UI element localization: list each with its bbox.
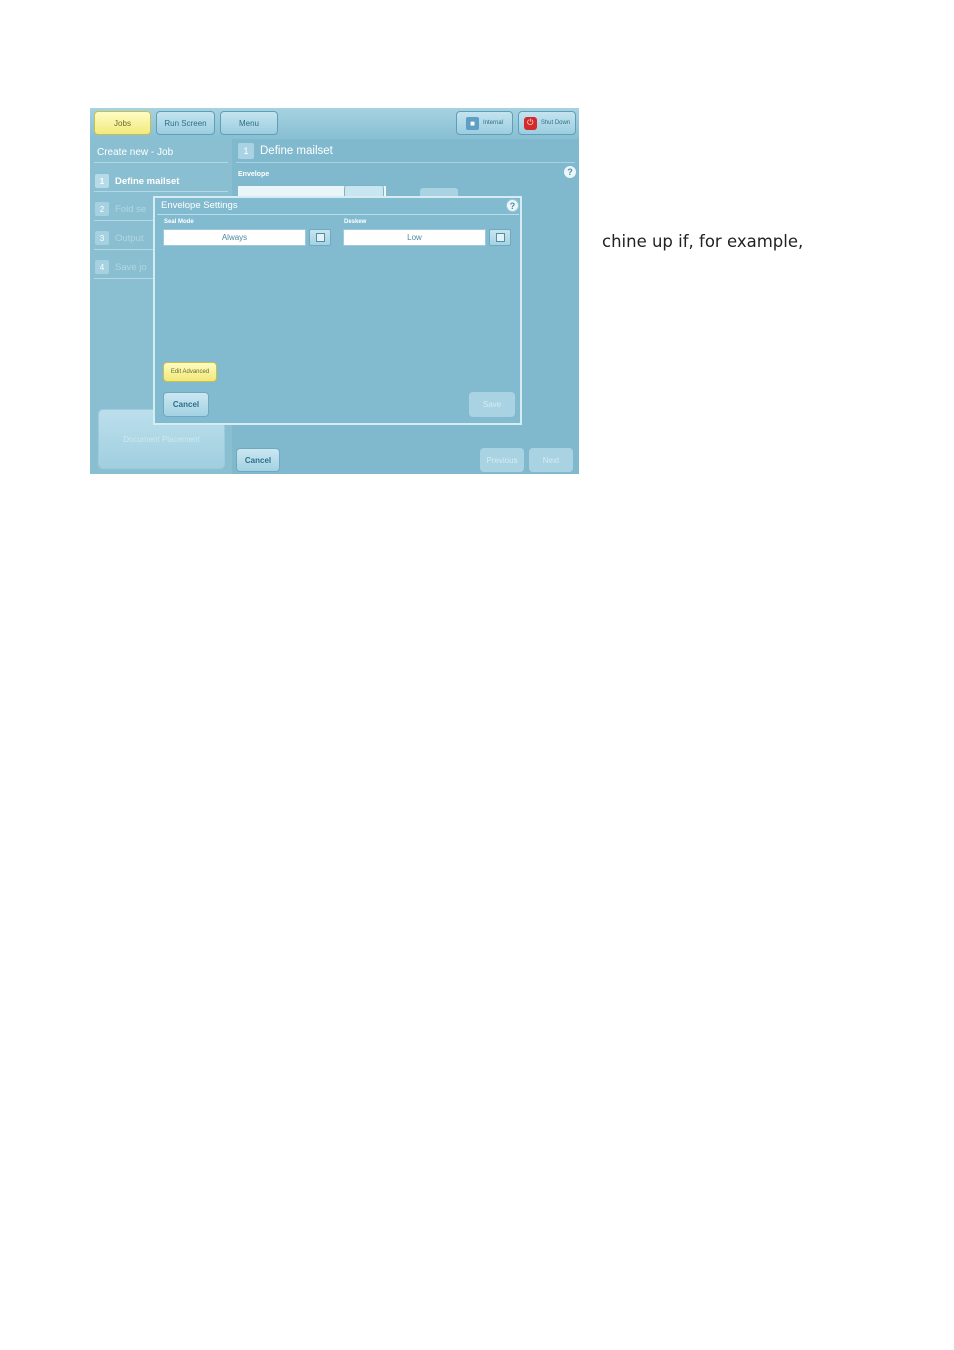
envelope-settings-dialog: Envelope Settings ? Seal Mode Always Des…	[153, 196, 522, 425]
jobs-tab-label: Jobs	[114, 118, 131, 128]
cancel-label: Cancel	[244, 455, 272, 465]
previous-button[interactable]: Previous	[480, 448, 524, 472]
cancel-button[interactable]: Cancel	[236, 448, 280, 472]
divider	[236, 162, 575, 163]
run-screen-label: Run Screen	[164, 118, 207, 128]
document-text-fragment: chine up if, for example,	[602, 232, 804, 251]
edit-advanced-label: Edit Advanced	[170, 369, 210, 375]
step-label: Fold se	[115, 203, 147, 215]
internal-button[interactable]: ■ Internal	[456, 111, 513, 135]
app-screen: Jobs Run Screen Menu ■ Internal ⏻ Shut D…	[90, 108, 579, 474]
page-title: Define mailset	[260, 145, 333, 157]
step-number: 4	[95, 260, 109, 274]
deskew-picker-button[interactable]	[489, 229, 511, 246]
deskew-label: Deskew	[344, 219, 367, 225]
deskew-value: Low	[407, 233, 422, 242]
jobs-tab-button[interactable]: Jobs	[94, 111, 151, 135]
wizard-step-fold[interactable]: 2 Fold se	[95, 201, 146, 217]
divider	[94, 162, 228, 163]
step-label: Save jo	[115, 261, 147, 273]
wizard-step-define-mailset[interactable]: 1 Define mailset	[95, 173, 179, 189]
help-icon[interactable]: ?	[564, 166, 576, 178]
dialog-cancel-button[interactable]: Cancel	[163, 392, 209, 417]
envelope-label: Envelope	[238, 171, 270, 178]
seal-mode-field[interactable]: Always	[163, 229, 306, 246]
step-number: 3	[95, 231, 109, 245]
wizard-step-output[interactable]: 3 Output	[95, 230, 144, 246]
run-screen-button[interactable]: Run Screen	[156, 111, 215, 135]
previous-label: Previous	[486, 455, 518, 465]
seal-mode-picker-button[interactable]	[309, 229, 331, 246]
dialog-save-label: Save	[482, 400, 502, 409]
dialog-cancel-label: Cancel	[172, 400, 200, 409]
menu-button[interactable]: Menu	[220, 111, 278, 135]
shutdown-label: Shut Down	[540, 120, 571, 126]
menu-label: Menu	[238, 118, 259, 128]
shutdown-button[interactable]: ⏻ Shut Down	[518, 111, 576, 135]
wizard-step-save-job[interactable]: 4 Save jo	[95, 259, 147, 275]
wizard-title: Create new - Job	[97, 147, 174, 158]
next-label: Next	[542, 455, 560, 465]
divider	[157, 214, 519, 215]
seal-mode-label: Seal Mode	[164, 219, 194, 225]
top-toolbar: Jobs Run Screen Menu ■ Internal ⏻ Shut D…	[90, 108, 579, 139]
main-step-number: 1	[238, 143, 254, 159]
step-number: 2	[95, 202, 109, 216]
deskew-field[interactable]: Low	[343, 229, 486, 246]
step-label: Output	[115, 232, 144, 244]
power-icon: ⏻	[523, 116, 537, 130]
seal-mode-value: Always	[221, 233, 248, 242]
next-button[interactable]: Next	[529, 448, 573, 472]
internal-label: Internal	[482, 120, 503, 126]
dialog-help-icon[interactable]: ?	[506, 199, 519, 212]
step-number: 1	[95, 174, 109, 188]
edit-advanced-button[interactable]: Edit Advanced	[163, 362, 217, 382]
document-placement-label: Document Placement	[123, 434, 200, 444]
dialog-save-button[interactable]: Save	[469, 392, 515, 417]
step-label: Define mailset	[115, 175, 180, 187]
divider	[94, 191, 228, 192]
dialog-title: Envelope Settings	[161, 200, 238, 211]
list-icon	[495, 233, 505, 242]
list-icon	[315, 233, 325, 242]
lock-icon: ■	[465, 116, 479, 130]
